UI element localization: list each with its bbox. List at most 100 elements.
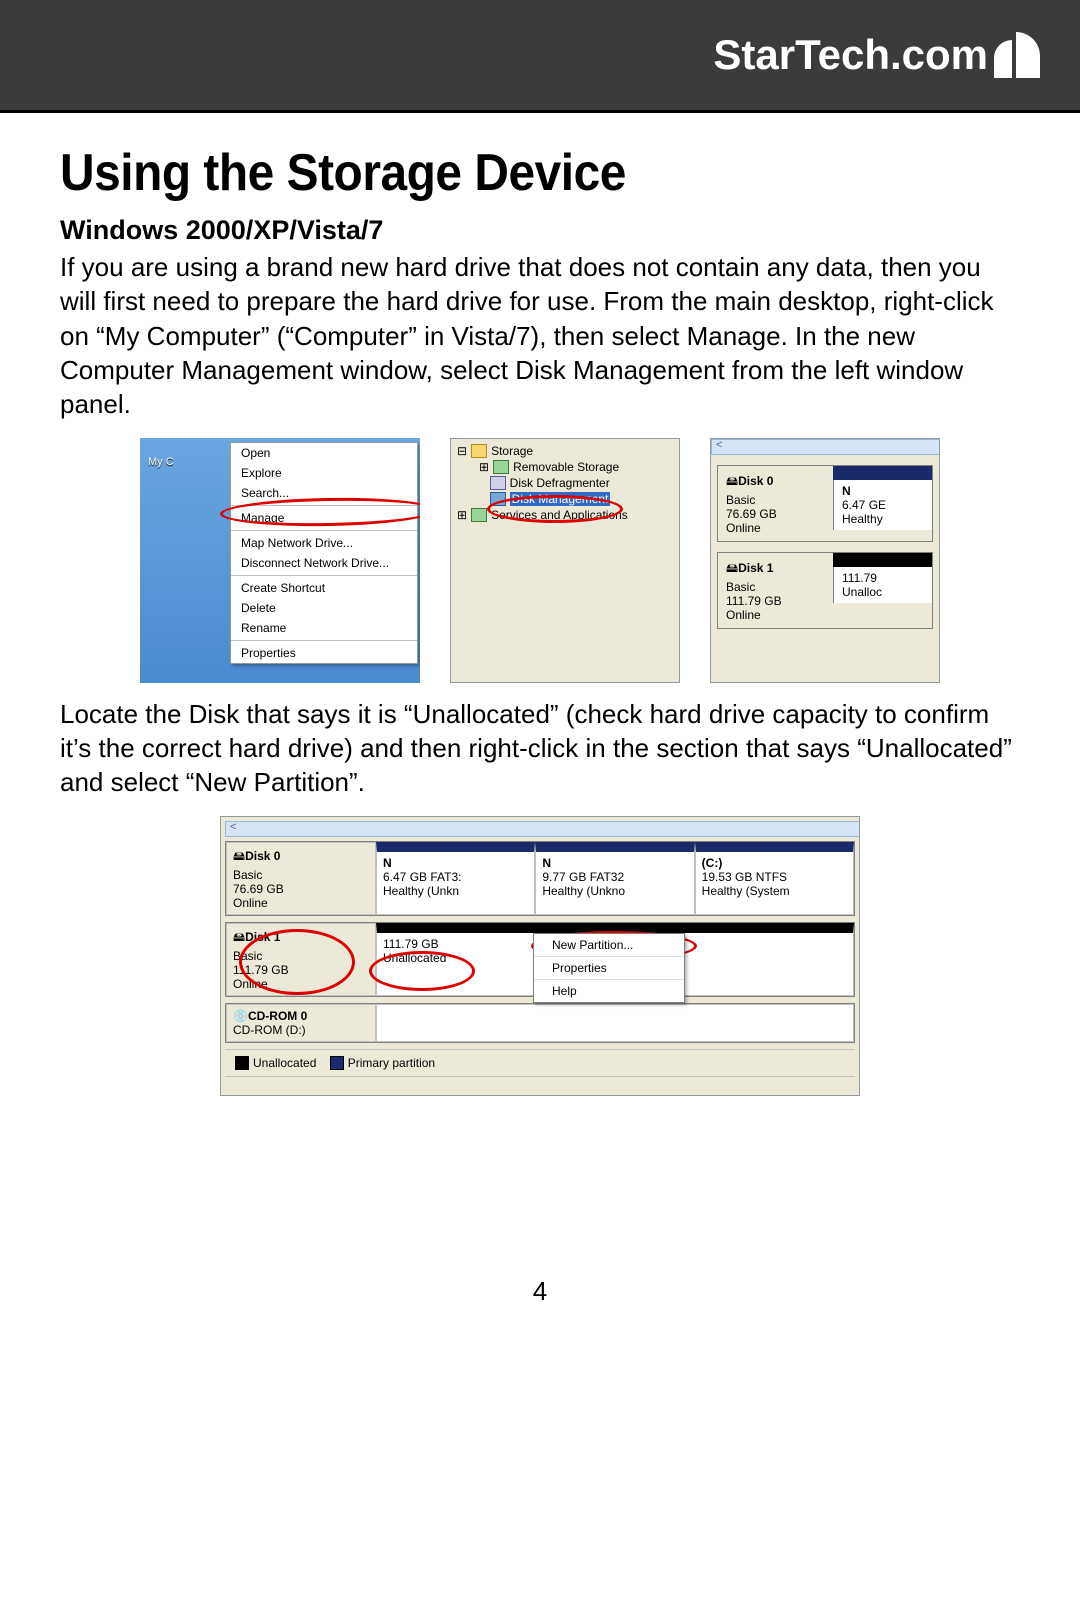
brand-mark-icon [994,32,1040,78]
partition[interactable]: N 6.47 GB FAT3: Healthy (Unkn [376,842,535,915]
legend-label: Unallocated [253,1056,316,1070]
menu-item[interactable]: Open [231,443,417,463]
partition-label: N [842,484,851,498]
context-menu: Open Explore Search... Manage Map Networ… [230,442,418,664]
menu-separator [231,530,417,531]
folder-icon [471,444,487,458]
brand-text: StarTech.com [713,31,988,79]
menu-item[interactable]: Map Network Drive... [231,533,417,553]
partition-status: Unalloc [842,585,882,599]
disk-title: Disk 1 [738,561,773,575]
disk-header: 🖴Disk 1 Basic 111.79 GB Online [718,553,833,628]
highlight-ellipse-icon [369,951,475,991]
disk-row: 🖴Disk 0 Basic 76.69 GB Online N 6.47 GE … [717,465,933,542]
disk-info: 76.69 GB [233,882,284,896]
tree-node[interactable]: ⊞ Removable Storage [457,459,673,475]
partition-label: N [542,856,551,870]
scrollbar[interactable] [711,439,940,455]
partition[interactable]: (C:) 19.53 GB NTFS Healthy (System [695,842,854,915]
disk0-row: 🖴Disk 0 Basic 76.69 GB Online N 6.47 GB … [225,841,855,916]
menu-separator [231,640,417,641]
highlight-ellipse-icon [239,929,355,995]
partition-size: 111.79 GB [383,937,439,951]
disk-info: 111.79 GB [726,594,782,608]
swatch-icon [235,1056,249,1070]
partition-column: 111.79 Unalloc [833,553,932,628]
partition-status: Healthy (Unkn [383,884,459,898]
menu-item-new-partition[interactable]: New Partition... [534,934,684,957]
partition-bar-icon [833,553,932,567]
tree-node[interactable]: Disk Defragmenter [457,475,673,491]
partition-size: 6.47 GE [842,498,886,512]
paragraph-2: Locate the Disk that says it is “Unalloc… [60,697,1020,800]
paragraph-1: If you are using a brand new hard drive … [60,250,1020,422]
menu-item[interactable]: Disconnect Network Drive... [231,553,417,573]
empty-partition [376,1004,854,1042]
disk-info: Online [726,521,761,535]
partition-detail: 6.47 GB FAT3: [383,870,461,884]
swatch-icon [330,1056,344,1070]
partition-size: 111.79 [842,571,877,585]
tree-label: Storage [491,444,533,458]
disk-header: 🖴Disk 0 Basic 76.69 GB Online [226,842,376,915]
partition[interactable]: N 9.77 GB FAT32 Healthy (Unkno [535,842,694,915]
menu-item[interactable]: Rename [231,618,417,638]
disk-info: Basic [726,580,755,594]
cdrom-row: 💿CD-ROM 0 CD-ROM (D:) [225,1003,855,1043]
screenshot-disk-panel: 🖴Disk 0 Basic 76.69 GB Online N 6.47 GE … [710,438,940,683]
figure-row-1: My C Open Explore Search... Manage Map N… [60,438,1020,683]
disk-info: CD-ROM (D:) [233,1023,306,1037]
desktop-icon-label: My C [148,456,174,468]
partition-label: (C:) [702,856,723,870]
services-icon [471,508,487,522]
menu-item[interactable]: Delete [231,598,417,618]
tree-label: Removable Storage [513,460,619,474]
partition-status: Healthy [842,512,883,526]
context-menu: New Partition... Properties Help [533,933,685,1003]
screenshot-disk-management: 🖴Disk 0 Basic 76.69 GB Online N 6.47 GB … [220,816,860,1097]
scrollbar[interactable] [225,1076,855,1091]
tree-node[interactable]: ⊟ Storage [457,443,673,459]
partition-status: Healthy (System [702,884,790,898]
tree-label: Disk Defragmenter [510,476,610,490]
disk-info: Online [726,608,761,622]
screenshot-tree: ⊟ Storage ⊞ Removable Storage Disk Defra… [450,438,680,683]
disk-title: Disk 0 [738,474,773,488]
menu-item[interactable]: Explore [231,463,417,483]
partition-detail: 19.53 GB NTFS [702,870,787,884]
disk-title: Disk 0 [245,849,280,863]
disk-info: 76.69 GB [726,507,777,521]
scrollbar[interactable] [225,821,860,837]
legend-label: Primary partition [348,1056,435,1070]
disk-header: 💿CD-ROM 0 CD-ROM (D:) [226,1004,376,1042]
partition-label: N [383,856,392,870]
storage-icon [493,460,509,474]
screenshot-context-menu: My C Open Explore Search... Manage Map N… [140,438,420,683]
partition[interactable]: N 6.47 GE Healthy [833,480,932,530]
menu-item[interactable]: Create Shortcut [231,578,417,598]
disk-header: 🖴Disk 0 Basic 76.69 GB Online [718,466,833,541]
menu-item[interactable]: Properties [534,957,684,980]
highlight-ellipse-icon [487,495,623,523]
legend: Unallocated Primary partition [225,1049,855,1077]
brand-logo: StarTech.com [713,31,1040,79]
partition-status: Healthy (Unkno [542,884,625,898]
disk-info: Basic [726,493,755,507]
partition-column: N 6.47 GE Healthy [833,466,932,541]
partition[interactable]: 111.79 Unalloc [833,567,932,603]
defrag-icon [490,476,506,490]
subsection-title: Windows 2000/XP/Vista/7 [60,215,1020,246]
disk-title: CD-ROM 0 [248,1009,307,1023]
page-title: Using the Storage Device [60,143,943,203]
page-content: Using the Storage Device Windows 2000/XP… [0,113,1080,1307]
menu-item[interactable]: Properties [231,643,417,663]
page-header: StarTech.com [0,0,1080,110]
page-number: 4 [60,1276,1020,1307]
partition-detail: 9.77 GB FAT32 [542,870,624,884]
menu-item[interactable]: Help [534,980,684,1002]
partition-bar-icon [833,466,932,480]
disk-info: Online [233,896,268,910]
disk-info: Basic [233,868,262,882]
disk-row: 🖴Disk 1 Basic 111.79 GB Online 111.79 Un… [717,552,933,629]
menu-separator [231,575,417,576]
